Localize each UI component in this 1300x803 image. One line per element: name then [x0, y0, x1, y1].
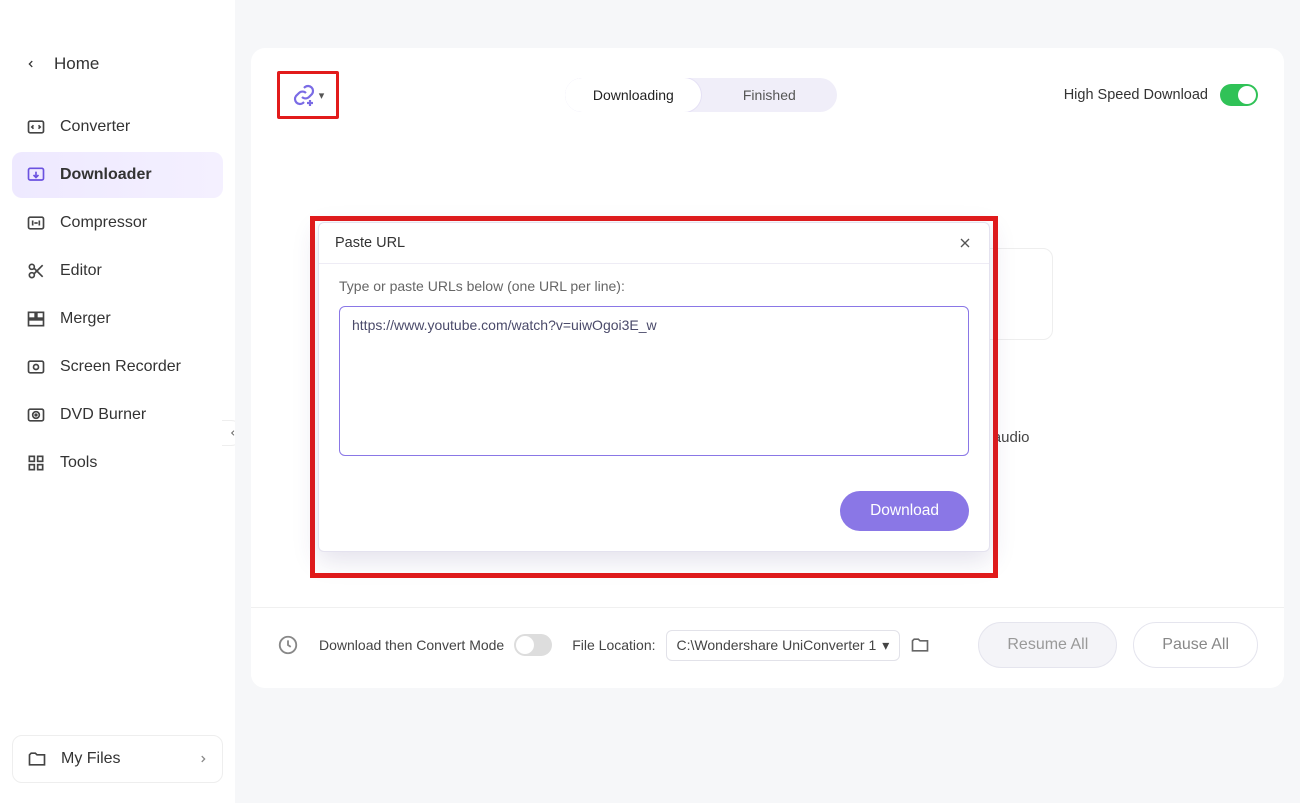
- tab-downloading[interactable]: Downloading: [565, 78, 701, 112]
- convert-mode-toggle[interactable]: [514, 634, 552, 656]
- tab-finished[interactable]: Finished: [701, 78, 837, 112]
- file-location-row: File Location: C:\Wondershare UniConvert…: [572, 630, 930, 661]
- sidebar: Home Converter Downloader Compressor Edi…: [0, 0, 235, 803]
- hsd-label: High Speed Download: [1064, 87, 1208, 103]
- resume-all-button[interactable]: Resume All: [978, 622, 1117, 668]
- home-label: Home: [54, 54, 99, 74]
- link-plus-icon: [292, 83, 316, 107]
- download-button[interactable]: Download: [840, 491, 969, 531]
- my-files-button[interactable]: My Files: [12, 735, 223, 783]
- sidebar-nav: Converter Downloader Compressor Editor M…: [0, 104, 235, 486]
- recorder-icon: [26, 357, 46, 377]
- panel-topbar: ▾ Downloading Finished High Speed Downlo…: [251, 68, 1284, 122]
- audio-chip: audio: [993, 429, 1030, 446]
- add-url-button[interactable]: ▾: [277, 71, 339, 119]
- sidebar-item-screen-recorder[interactable]: Screen Recorder: [12, 344, 223, 390]
- dialog-title: Paste URL: [335, 235, 405, 251]
- open-folder-icon[interactable]: [910, 635, 930, 655]
- dialog-hint: Type or paste URLs below (one URL per li…: [339, 278, 969, 294]
- file-location-select[interactable]: C:\Wondershare UniConverter 1 ▾: [666, 630, 901, 661]
- high-speed-download: High Speed Download: [1064, 84, 1258, 106]
- tab-label: Finished: [743, 87, 796, 103]
- fileloc-label: File Location:: [572, 637, 655, 653]
- nav-label: Tools: [60, 454, 97, 472]
- sidebar-item-compressor[interactable]: Compressor: [12, 200, 223, 246]
- sidebar-item-dvd-burner[interactable]: DVD Burner: [12, 392, 223, 438]
- chevron-down-icon: ▾: [882, 637, 889, 654]
- chevron-right-icon: [198, 753, 208, 765]
- grid-icon: [26, 453, 46, 473]
- scissors-icon: [26, 261, 46, 281]
- panel-footer: Download then Convert Mode File Location…: [251, 607, 1284, 688]
- pause-all-button[interactable]: Pause All: [1133, 622, 1258, 668]
- chevron-left-icon: [26, 58, 36, 70]
- sidebar-home[interactable]: Home: [0, 40, 235, 88]
- convert-mode-row: Download then Convert Mode: [319, 634, 552, 656]
- paste-url-dialog: Paste URL Type or paste URLs below (one …: [318, 222, 990, 552]
- nav-label: Editor: [60, 262, 102, 280]
- compressor-icon: [26, 213, 46, 233]
- downloader-icon: [26, 165, 46, 185]
- sidebar-item-merger[interactable]: Merger: [12, 296, 223, 342]
- sidebar-item-editor[interactable]: Editor: [12, 248, 223, 294]
- sidebar-item-tools[interactable]: Tools: [12, 440, 223, 486]
- download-tabs: Downloading Finished: [565, 78, 837, 112]
- hsd-toggle[interactable]: [1220, 84, 1258, 106]
- sidebar-item-converter[interactable]: Converter: [12, 104, 223, 150]
- nav-label: DVD Burner: [60, 406, 146, 424]
- disc-icon: [26, 405, 46, 425]
- mode-label: Download then Convert Mode: [319, 637, 504, 653]
- my-files-label: My Files: [61, 750, 121, 768]
- dialog-close-icon[interactable]: [957, 235, 973, 251]
- nav-label: Compressor: [60, 214, 147, 232]
- tab-label: Downloading: [593, 87, 674, 103]
- nav-label: Merger: [60, 310, 111, 328]
- nav-label: Converter: [60, 118, 130, 136]
- converter-icon: [26, 117, 46, 137]
- url-input[interactable]: [339, 306, 969, 456]
- sidebar-item-downloader[interactable]: Downloader: [12, 152, 223, 198]
- nav-label: Screen Recorder: [60, 358, 181, 376]
- schedule-icon[interactable]: [277, 634, 299, 656]
- merger-icon: [26, 309, 46, 329]
- chevron-down-icon: ▾: [319, 89, 325, 102]
- folder-icon: [27, 749, 47, 769]
- path-value: C:\Wondershare UniConverter 1: [677, 637, 877, 653]
- nav-label: Downloader: [60, 166, 152, 184]
